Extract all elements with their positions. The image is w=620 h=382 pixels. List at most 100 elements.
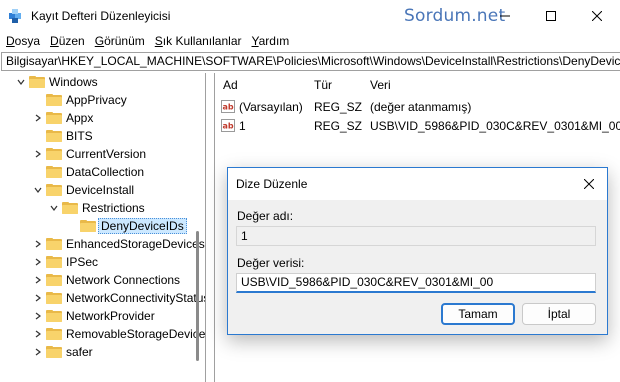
ok-button[interactable]: Tamam (441, 303, 515, 325)
chevron-right-icon[interactable] (32, 307, 44, 325)
tree-item-enhancedstoragedevices[interactable]: EnhancedStorageDevices (32, 235, 205, 253)
menu-duzen[interactable]: Düzen (45, 32, 90, 52)
value-data-input[interactable]: USB\VID_5986&PID_030C&REV_0301&MI_00 (236, 273, 596, 293)
title-bar: Kayıt Defteri Düzenleyicisi Sordum.net (0, 0, 620, 32)
svg-text:ab: ab (223, 103, 234, 112)
window-title: Kayıt Defteri Düzenleyicisi (31, 9, 171, 23)
pane-splitter[interactable] (206, 73, 214, 382)
registry-cube-icon (9, 9, 21, 23)
chevron-right-icon[interactable] (32, 253, 44, 271)
chevron-right-icon[interactable] (32, 343, 44, 361)
maximize-button[interactable] (528, 0, 574, 32)
column-header-data[interactable]: Veri (370, 73, 391, 97)
folder-icon (46, 166, 62, 178)
tree-item-ipsec[interactable]: IPSec (32, 253, 98, 271)
folder-icon (46, 112, 62, 124)
tree-item-windows[interactable]: Windows (15, 73, 98, 91)
menu-dosya[interactable]: Dosya (0, 32, 45, 52)
menu-yardim[interactable]: Yardım (247, 32, 295, 52)
value-data-label: Değer verisi: (237, 256, 305, 270)
chevron-down-icon[interactable] (15, 73, 27, 91)
tree-item-networkconnectivitystatusindicator[interactable]: NetworkConnectivityStatusIndicator (32, 289, 205, 307)
chevron-right-icon[interactable] (32, 271, 44, 289)
tree-item-denydeviceids[interactable]: DenyDeviceIDs (66, 217, 187, 235)
dialog-title-bar: Dize Düzenle (228, 168, 607, 200)
tree-item-label: Appx (66, 111, 94, 125)
column-header-type[interactable]: Tür (314, 73, 332, 97)
menu-label: ardım (258, 34, 290, 48)
menu-label: örünüm (104, 34, 145, 48)
chevron-right-icon[interactable] (32, 235, 44, 253)
folder-icon (29, 76, 45, 88)
close-icon (584, 179, 594, 189)
folder-icon (46, 148, 62, 160)
maximize-icon (546, 11, 556, 21)
tree-item-network-connections[interactable]: Network Connections (32, 271, 180, 289)
cancel-button[interactable]: İptal (522, 303, 596, 325)
menu-label: üzen (58, 34, 85, 48)
string-value-icon: ab (221, 100, 235, 113)
string-value-icon: ab (221, 119, 235, 132)
list-row[interactable]: ab 1 REG_SZ USB\VID_5986&PID_030C&REV_03… (221, 117, 620, 135)
folder-icon (46, 238, 62, 250)
tree-item-datacollection[interactable]: DataCollection (32, 163, 144, 181)
registry-tree[interactable]: Windows AppPrivacy Appx BITS CurrentVers… (0, 73, 206, 382)
menu-accelerator: G (94, 34, 105, 48)
chevron-right-icon[interactable] (32, 289, 44, 307)
value-name: 1 (239, 119, 246, 133)
tree-item-appx[interactable]: Appx (32, 109, 93, 127)
tree-item-networkprovider[interactable]: NetworkProvider (32, 307, 155, 325)
dialog-close-button[interactable] (579, 174, 599, 194)
value-type: REG_SZ (314, 119, 363, 133)
tree-item-label: DataCollection (66, 165, 145, 179)
chevron-down-icon[interactable] (48, 199, 60, 217)
tree-item-bits[interactable]: BITS (32, 127, 93, 145)
column-header-name[interactable]: Ad (223, 73, 238, 97)
tree-item-label: DeviceInstall (66, 183, 135, 197)
chevron-down-icon[interactable] (32, 181, 44, 199)
menu-label: ık Kullanılanlar (162, 34, 242, 48)
chevron-right-icon[interactable] (32, 325, 44, 343)
tree-item-label: NetworkProvider (66, 309, 155, 323)
close-icon (592, 11, 602, 21)
tree-item-deviceinstall[interactable]: DeviceInstall (32, 181, 134, 199)
tree-item-label: CurrentVersion (66, 147, 147, 161)
tree-scrollbar[interactable] (196, 231, 199, 361)
list-row[interactable]: ab (Varsayılan) REG_SZ (değer atanmamış) (221, 98, 617, 116)
folder-icon (46, 94, 62, 106)
chevron-right-icon[interactable] (32, 109, 44, 127)
value-name: (Varsayılan) (239, 100, 303, 114)
svg-text:ab: ab (223, 122, 234, 131)
minimize-button[interactable] (482, 0, 528, 32)
close-button[interactable] (574, 0, 620, 32)
tree-item-appprivacy[interactable]: AppPrivacy (32, 91, 127, 109)
folder-icon (46, 184, 62, 196)
chevron-right-icon[interactable] (32, 145, 44, 163)
tree-item-currentversion[interactable]: CurrentVersion (32, 145, 146, 163)
folder-icon (46, 328, 62, 340)
chevron-right-icon (32, 163, 44, 181)
tree-item-label: safer (66, 345, 93, 359)
menu-accelerator: D (6, 34, 15, 48)
tree-item-restrictions[interactable]: Restrictions (48, 199, 145, 217)
tree-item-label: BITS (66, 129, 93, 143)
menu-label: osya (14, 34, 41, 48)
tree-item-safer[interactable]: safer (32, 343, 93, 361)
chevron-right-icon (32, 127, 44, 145)
edit-string-dialog: Dize Düzenle Değer adı: 1 Değer verisi: … (227, 167, 608, 335)
folder-icon (80, 220, 96, 232)
tree-item-label: AppPrivacy (66, 93, 127, 107)
chevron-right-icon (32, 91, 44, 109)
menu-accelerator: D (50, 34, 59, 48)
menu-gorunum[interactable]: Görünüm (90, 32, 150, 52)
address-bar[interactable]: Bilgisayar\HKEY_LOCAL_MACHINE\SOFTWARE\P… (1, 52, 620, 71)
folder-icon (62, 202, 78, 214)
menu-sik-kullanilanlar[interactable]: Sık Kullanılanlar (150, 32, 247, 52)
menu-bar: Dosya Düzen Görünüm Sık Kullanılanlar Ya… (0, 32, 620, 52)
folder-icon (46, 274, 62, 286)
tree-item-removablestoragedevices[interactable]: RemovableStorageDevices (32, 325, 205, 343)
tree-item-label: DenyDeviceIDs (98, 218, 187, 234)
folder-icon (46, 292, 62, 304)
folder-icon (46, 256, 62, 268)
value-name-label: Değer adı: (237, 209, 294, 223)
